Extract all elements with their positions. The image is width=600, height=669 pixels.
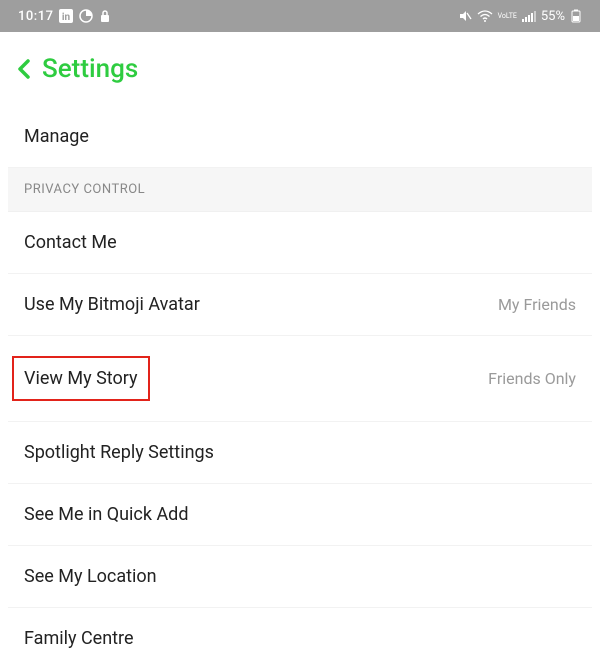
status-bar: 10:17 in VoLTE 55% <box>0 0 600 32</box>
row-value: My Friends <box>498 295 576 314</box>
row-contact-me[interactable]: Contact Me <box>8 212 592 274</box>
lock-icon <box>99 9 111 23</box>
row-label: View My Story <box>24 368 138 389</box>
highlight-annotation: View My Story <box>12 356 150 401</box>
row-see-me-in-quick-add[interactable]: See Me in Quick Add <box>8 484 592 546</box>
svg-text:in: in <box>62 12 71 23</box>
signal-icon <box>522 10 536 22</box>
wifi-icon <box>477 10 493 22</box>
row-label: Contact Me <box>24 232 117 253</box>
status-right: VoLTE 55% <box>458 9 582 24</box>
page-title: Settings <box>42 54 138 84</box>
row-manage[interactable]: Manage <box>8 106 592 168</box>
row-label: See My Location <box>24 566 157 587</box>
mute-icon <box>458 9 472 23</box>
row-family-centre[interactable]: Family Centre <box>8 608 592 669</box>
row-label: Manage <box>24 126 89 147</box>
status-left: 10:17 in <box>18 9 111 24</box>
section-privacy-control: PRIVACY CONTROL <box>8 168 592 212</box>
row-label: Use My Bitmoji Avatar <box>24 294 200 315</box>
row-see-my-location[interactable]: See My Location <box>8 546 592 608</box>
back-button[interactable] <box>14 57 34 81</box>
linkedin-icon: in <box>59 9 73 23</box>
settings-content: Settings Manage PRIVACY CONTROL Contact … <box>0 32 600 669</box>
battery-icon <box>570 9 582 23</box>
progress-circle-icon <box>79 9 93 23</box>
row-label: See Me in Quick Add <box>24 504 189 525</box>
row-value: Friends Only <box>488 369 576 388</box>
battery-percent: 55% <box>541 9 565 24</box>
status-time: 10:17 <box>18 9 53 24</box>
row-view-my-story[interactable]: View My Story Friends Only <box>8 336 592 422</box>
network-lte-icon: VoLTE <box>498 13 517 20</box>
row-use-bitmoji-avatar[interactable]: Use My Bitmoji Avatar My Friends <box>8 274 592 336</box>
row-label: Spotlight Reply Settings <box>24 442 214 463</box>
section-label: PRIVACY CONTROL <box>24 182 145 197</box>
header: Settings <box>8 32 592 106</box>
row-spotlight-reply-settings[interactable]: Spotlight Reply Settings <box>8 422 592 484</box>
row-label: Family Centre <box>24 628 134 649</box>
